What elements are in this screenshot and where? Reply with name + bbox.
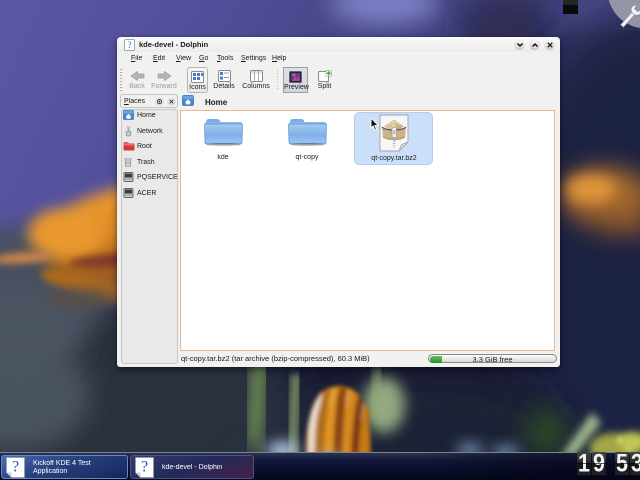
svg-text:?: ? bbox=[128, 40, 132, 50]
svg-text:?: ? bbox=[141, 459, 148, 476]
svg-text:?: ? bbox=[12, 459, 19, 476]
